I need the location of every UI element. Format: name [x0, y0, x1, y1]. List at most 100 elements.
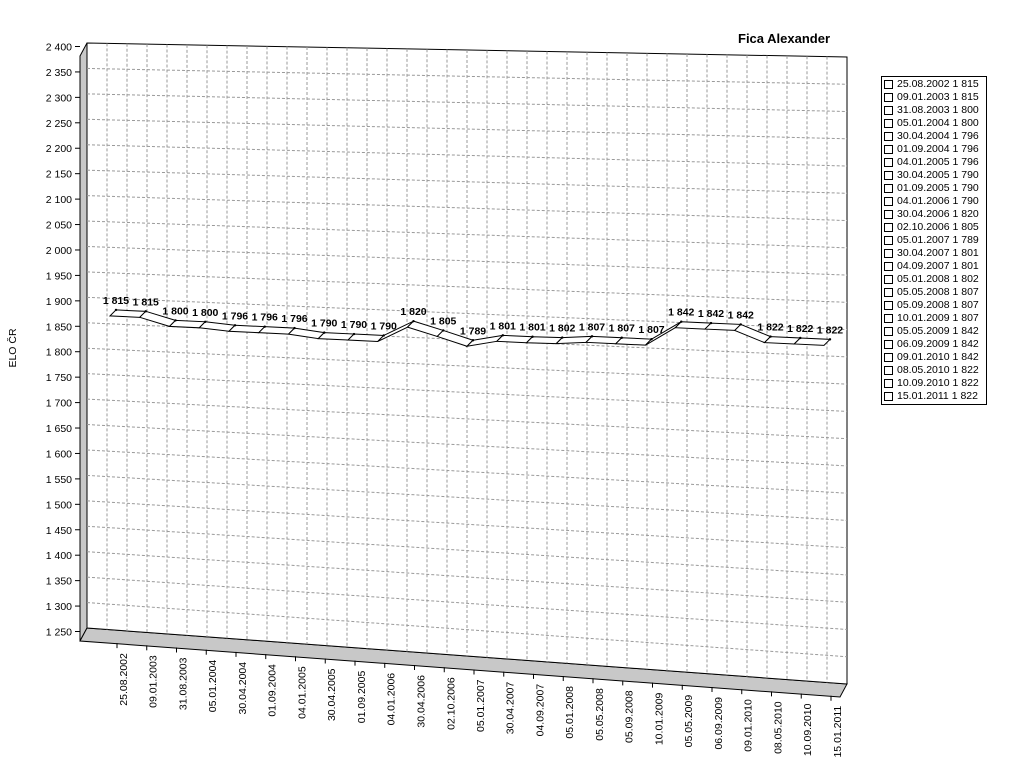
x-tick-label: 06.09.2009 [713, 697, 725, 750]
data-label: 1 822 [817, 324, 843, 336]
legend-item: 08.05.2010 1 822 [884, 364, 984, 377]
x-tick-label: 25.08.2002 [118, 653, 130, 706]
left-wall [79, 42, 88, 642]
data-label: 1 805 [430, 315, 456, 327]
data-point [174, 319, 177, 322]
legend-swatch [884, 301, 893, 310]
legend-item: 30.04.2004 1 796 [884, 130, 984, 143]
legend-label: 05.01.2008 1 802 [897, 273, 979, 285]
y-tick-label: 1 400 [46, 550, 72, 562]
data-point [323, 331, 326, 334]
data-point [680, 320, 683, 323]
legend-swatch [884, 340, 893, 349]
legend-item: 06.09.2009 1 842 [884, 338, 984, 351]
legend-item: 02.10.2006 1 805 [884, 221, 984, 234]
legend-swatch [884, 80, 893, 89]
x-tick-label: 30.04.2005 [326, 668, 338, 721]
x-tick-label: 15.01.2011 [832, 706, 844, 758]
legend-item: 05.09.2008 1 807 [884, 299, 984, 312]
data-label: 1 820 [400, 306, 426, 318]
legend-item: 15.01.2011 1 822 [884, 390, 984, 403]
y-tick-label: 2 100 [46, 194, 72, 206]
legend-label: 31.08.2003 1 800 [897, 104, 979, 116]
legend-label: 05.05.2009 1 842 [897, 325, 979, 337]
x-tick-label: 30.04.2004 [237, 662, 249, 715]
data-point [828, 338, 832, 341]
y-tick-label: 1 700 [46, 398, 72, 410]
x-tick-label: 30.04.2006 [416, 675, 428, 728]
y-tick-label: 1 500 [46, 499, 72, 511]
x-tick-label: 05.01.2008 [564, 686, 576, 739]
data-point [352, 332, 356, 336]
data-label: 1 807 [579, 321, 605, 333]
legend-label: 01.09.2004 1 796 [897, 143, 979, 155]
data-point [204, 320, 207, 324]
data-label: 1 842 [698, 308, 724, 320]
data-point [382, 334, 385, 337]
data-label: 1 822 [757, 322, 783, 334]
y-tick-label: 1 250 [46, 627, 72, 639]
legend-label: 30.04.2004 1 796 [897, 130, 979, 142]
legend-swatch [884, 210, 893, 219]
legend-label: 01.09.2005 1 790 [897, 182, 979, 194]
legend-swatch [884, 158, 893, 167]
legend-item: 10.01.2009 1 807 [884, 312, 984, 325]
data-label: 1 802 [549, 323, 575, 335]
x-tick-label: 09.01.2003 [148, 655, 160, 708]
y-tick-label: 2 300 [46, 92, 72, 104]
data-point [263, 325, 266, 328]
data-label: 1 801 [490, 320, 516, 332]
y-tick-label: 2 050 [46, 220, 72, 232]
legend-label: 10.09.2010 1 822 [897, 377, 979, 389]
data-point [293, 326, 296, 330]
legend-swatch [884, 236, 893, 245]
data-label: 1 796 [252, 312, 278, 324]
data-point [739, 323, 742, 326]
legend-swatch [884, 288, 893, 297]
data-point [471, 339, 475, 342]
data-label: 1 842 [668, 307, 694, 319]
y-tick-label: 1 650 [46, 423, 72, 435]
legend-item: 01.09.2004 1 796 [884, 143, 984, 156]
data-point [561, 336, 564, 339]
legend-label: 30.04.2005 1 790 [897, 169, 979, 181]
x-tick-label: 05.01.2004 [207, 660, 219, 713]
chart: 2 400 2 350 2 300 2 250 2 200 2 150 2 100 2 050… [0, 0, 1024, 768]
data-point [412, 319, 415, 323]
x-tick-label: 04.01.2005 [297, 666, 309, 719]
legend-item: 09.01.2010 1 842 [884, 351, 984, 364]
legend-label: 05.01.2004 1 800 [897, 117, 979, 129]
legend-item: 05.05.2009 1 842 [884, 325, 984, 338]
legend-swatch [884, 197, 893, 206]
data-point [531, 335, 534, 338]
legend-label: 02.10.2006 1 805 [897, 221, 979, 233]
legend-item: 09.01.2003 1 815 [884, 91, 984, 104]
y-tick-label: 1 950 [46, 270, 72, 282]
data-label: 1 822 [787, 323, 813, 335]
x-tick-label: 04.09.2007 [535, 684, 547, 737]
chart-legend: 25.08.2002 1 815 09.01.2003 1 815 31.08.20… [881, 76, 987, 405]
legend-swatch [884, 106, 893, 115]
data-label: 1 815 [103, 295, 129, 307]
legend-item: 25.08.2002 1 815 [884, 78, 984, 91]
x-tick-label: 05.05.2008 [594, 688, 606, 741]
data-point [501, 334, 504, 337]
data-point [799, 336, 802, 340]
data-point [114, 308, 118, 312]
series-ribbon-segment [793, 337, 832, 346]
legend-label: 04.01.2006 1 790 [897, 195, 979, 207]
data-label: 1 801 [519, 322, 545, 334]
legend-label: 10.01.2009 1 807 [897, 312, 979, 324]
x-tick-label: 30.04.2007 [505, 681, 517, 734]
data-point [709, 321, 713, 325]
legend-label: 30.04.2006 1 820 [897, 208, 979, 220]
legend-label: 08.05.2010 1 822 [897, 364, 979, 376]
legend-label: 09.01.2003 1 815 [897, 91, 979, 103]
y-tick-label: 2 000 [46, 245, 72, 257]
legend-label: 09.01.2010 1 842 [897, 351, 979, 363]
legend-item: 30.04.2005 1 790 [884, 169, 984, 182]
y-tick-label: 1 450 [46, 525, 72, 537]
legend-label: 15.01.2011 1 822 [897, 390, 978, 402]
data-point [650, 337, 653, 341]
x-tick-label: 10.09.2010 [802, 703, 814, 756]
